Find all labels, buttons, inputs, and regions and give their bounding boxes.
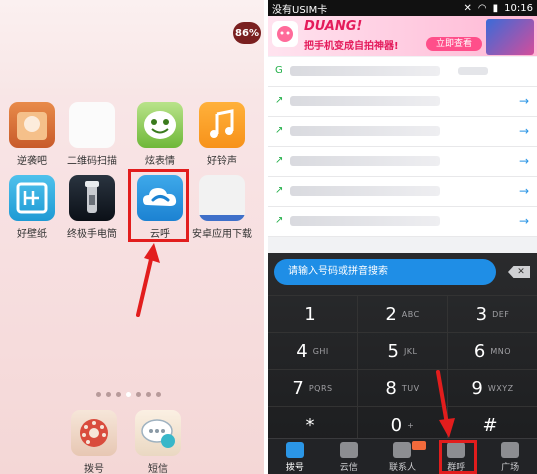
battery-badge: 86% — [233, 22, 261, 44]
carrier-text: 没有USIM卡 — [272, 4, 328, 16]
list-item[interactable]: ↗ → — [268, 147, 537, 177]
number-search-input[interactable]: 请输入号码或拼音搜索 — [274, 259, 496, 285]
nixi-app-icon — [9, 102, 55, 148]
smiley-face-icon — [137, 102, 183, 148]
page-indicator — [96, 392, 161, 397]
highlight-box-group-call — [439, 440, 477, 474]
banner-logo-icon — [272, 21, 298, 47]
tab-contacts[interactable]: 联系人 — [376, 439, 430, 474]
mute-icon: ✕ — [463, 2, 472, 14]
list-item[interactable]: ↗ → — [268, 207, 537, 237]
status-bar: 没有USIM卡 ✕ ◠ ▮ 10:16 — [268, 0, 537, 16]
banner-tagline: 把手机变成自拍神器! — [304, 41, 399, 52]
list-item[interactable]: ↗ → — [268, 117, 537, 147]
clock: 10:16 — [504, 2, 533, 14]
app-flashlight[interactable]: 终极手电筒 — [62, 175, 122, 240]
key-7[interactable]: 7 PQRS — [268, 370, 358, 406]
key-6[interactable]: 6 MNO — [448, 333, 537, 369]
keypad-grid: 1 2 ABC 3 DEF 4 GHI 5 JKL 6 MNO 7 PQRS 8 TUV 9W… — [268, 295, 537, 443]
backspace-icon[interactable]: ✕ — [508, 266, 530, 278]
battery-icon: ▮ — [492, 2, 499, 14]
rotary-dial-icon — [71, 410, 117, 456]
outgoing-call-icon: ↗ — [275, 95, 284, 106]
contacts-badge-icon — [411, 441, 426, 450]
outgoing-call-icon: ↗ — [275, 125, 284, 136]
key-1[interactable]: 1 — [268, 296, 358, 332]
ad-banner[interactable]: DUANG! 把手机变成自拍神器! 立即查看 — [268, 16, 537, 56]
key-4[interactable]: 4 GHI — [268, 333, 358, 369]
red-arrow-icon — [436, 370, 455, 438]
app-wallpaper[interactable]: 好壁纸 — [2, 175, 62, 240]
detail-arrow-icon[interactable]: → — [519, 154, 529, 168]
key-9[interactable]: 9 WXYZ — [448, 370, 537, 406]
detail-arrow-icon[interactable]: → — [519, 94, 529, 108]
app-store-icon — [199, 175, 245, 221]
qr-scanner-icon — [69, 102, 115, 148]
message-icon — [339, 442, 358, 458]
bottom-tab-bar: 拨号 云信 联系人 群呼 广场 — [268, 438, 537, 474]
tab-plaza[interactable]: 广场 — [483, 439, 537, 474]
outgoing-call-icon: ↗ — [275, 185, 284, 196]
detail-arrow-icon[interactable]: → — [519, 214, 529, 228]
key-2[interactable]: 2 ABC — [358, 296, 448, 332]
blurred-top-area — [0, 0, 264, 95]
app-nixi[interactable]: 逆袭吧 — [2, 102, 62, 167]
music-note-icon — [199, 102, 245, 148]
outgoing-call-icon: ↗ — [275, 155, 284, 166]
list-item[interactable]: ↗ → — [268, 87, 537, 117]
list-item[interactable]: G — [268, 57, 537, 87]
dock-sms[interactable]: 短信 — [128, 410, 188, 474]
outgoing-call-icon: ↗ — [275, 215, 284, 226]
flashlight-icon — [69, 175, 115, 221]
grid-icon — [501, 442, 520, 458]
app-qr-scanner[interactable]: 二维码扫描 — [62, 102, 122, 167]
highlight-box-yunhu — [128, 169, 189, 242]
chat-bubble-icon — [135, 410, 181, 456]
wallpaper-icon — [9, 175, 55, 221]
contact-mark-icon: G — [275, 65, 283, 76]
key-5[interactable]: 5 JKL — [358, 333, 448, 369]
app-emoji[interactable]: 炫表情 — [130, 102, 190, 167]
dialpad-icon — [285, 442, 304, 458]
app-android-store[interactable]: 安卓应用下载 — [192, 175, 252, 240]
wifi-icon: ◠ — [477, 2, 487, 14]
yunhu-dialer-screen: 没有USIM卡 ✕ ◠ ▮ 10:16 DUANG! 把手机变成自拍神器! 立即… — [268, 0, 537, 474]
app-ringtone[interactable]: 好铃声 — [192, 102, 252, 167]
contacts-icon — [393, 442, 412, 458]
key-3[interactable]: 3 DEF — [448, 296, 537, 332]
list-item[interactable]: ↗ → — [268, 177, 537, 207]
banner-view-button[interactable]: 立即查看 — [426, 37, 482, 51]
call-log-list: G ↗ → ↗ → ↗ → ↗ → ↗ → — [268, 57, 537, 237]
dock-dialer[interactable]: 拨号 — [64, 410, 124, 474]
banner-headline: DUANG! — [304, 19, 363, 34]
tab-dialer[interactable]: 拨号 — [268, 439, 322, 474]
home-screen: 86% 逆袭吧 二维码扫描 炫表情 好铃声 好壁纸 终极手电筒 云呼 安卓应用下… — [0, 0, 264, 474]
red-arrow-icon — [136, 243, 160, 317]
detail-arrow-icon[interactable]: → — [519, 184, 529, 198]
banner-phones-image — [486, 19, 534, 55]
tab-yunxin[interactable]: 云信 — [322, 439, 376, 474]
detail-arrow-icon[interactable]: → — [519, 124, 529, 138]
